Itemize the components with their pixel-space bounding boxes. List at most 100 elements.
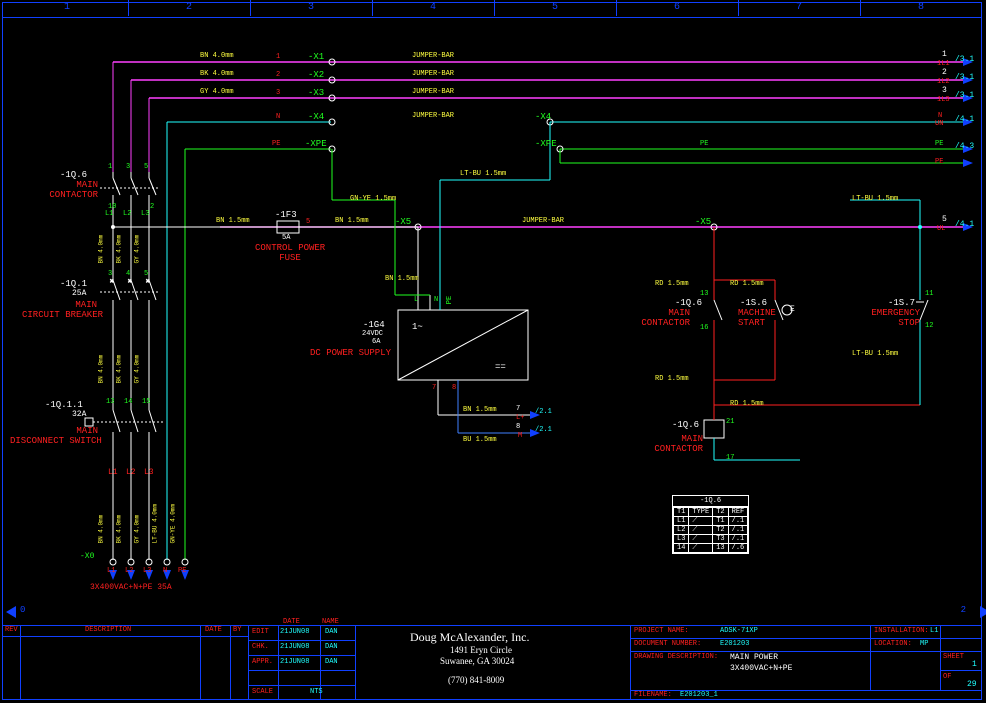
- psu-v: 24VDC: [362, 330, 383, 338]
- c2t1: 13: [700, 290, 708, 298]
- sl2: L2: [125, 567, 133, 575]
- r-pe1: PE: [935, 140, 943, 148]
- wn5: 5: [306, 218, 310, 226]
- rating-disc: 32A: [72, 410, 86, 419]
- r-pe2: PE: [935, 158, 943, 166]
- wv6: GY 4.0mm: [134, 355, 141, 384]
- xr-pe1: /4.3: [955, 142, 974, 151]
- dl1: L1: [108, 468, 118, 477]
- ref-disc: -1Q.1.1: [45, 400, 83, 410]
- supply-label: 3X400VAC+N+PE 35A: [90, 583, 172, 592]
- ph-l1: L1: [105, 210, 113, 218]
- r-n: N: [938, 112, 942, 120]
- w-rd1: RD 1.5mm: [655, 280, 689, 288]
- tb-chk-d: 21JUN08: [280, 643, 309, 651]
- lbl-start: MACHINESTART: [738, 308, 776, 328]
- r-ul: UL: [937, 225, 945, 233]
- xr-n: /4.1: [955, 115, 974, 124]
- dl2: L2: [126, 468, 136, 477]
- tb-sheet-v: 1: [972, 660, 977, 669]
- tb-chk-n: DAN: [325, 643, 338, 651]
- bb1: 13: [106, 398, 114, 406]
- w-rd3: RD 1.5mm: [730, 280, 764, 288]
- t13: 5: [144, 163, 148, 171]
- wv11: GN-YE 4.0mm: [170, 504, 177, 544]
- w-bn15b: BN 1.5mm: [335, 217, 369, 225]
- wv7: BN 4.0mm: [98, 515, 105, 544]
- spe: PE: [178, 567, 186, 575]
- wv5: BK 4.0mm: [116, 355, 123, 384]
- ph-l2: L2: [123, 210, 131, 218]
- wv2: BK 4.0mm: [116, 235, 123, 264]
- w-ltbu15: LT-BU 1.5mm: [460, 170, 506, 178]
- term-x2: -X2: [308, 70, 324, 80]
- tb-sheet-l: SHEET: [943, 653, 964, 661]
- lbl-c2: MAINCONTACTOR: [630, 308, 690, 328]
- col-4: 4: [430, 2, 436, 13]
- col-6: 6: [674, 2, 680, 13]
- coil-a2: 17: [726, 454, 734, 462]
- t11: 1: [108, 163, 112, 171]
- out7: 7: [516, 405, 520, 413]
- tb-of-v: 29: [967, 680, 977, 689]
- tb-by: BY: [233, 626, 241, 634]
- term-x1: -X1: [308, 52, 324, 62]
- w-bk40: BK 4.0mm: [200, 70, 234, 78]
- psu-sym2: ==: [495, 362, 506, 372]
- ref-estop: -1S.7: [888, 298, 915, 308]
- tb-file-l: FILENAME:: [634, 691, 672, 699]
- rating-fuse: 5A: [282, 234, 290, 242]
- tb-addr2: Suwanee, GA 30024: [440, 656, 514, 666]
- xr-2: /3.1: [955, 73, 974, 82]
- out-l: L+: [516, 414, 524, 422]
- tb-desc: DESCRIPTION: [85, 626, 131, 634]
- pe-rail: PE: [700, 140, 708, 148]
- wv9: GY 4.0mm: [134, 515, 141, 544]
- tb-loc-l: LOCATION:: [874, 640, 912, 648]
- wv4: BN 4.0mm: [98, 355, 105, 384]
- t23: 2: [150, 203, 154, 211]
- ref-psu: -1G4: [363, 320, 385, 330]
- ref-coil: -1Q.6: [672, 420, 699, 430]
- ct-ref: -1Q.6: [673, 496, 748, 507]
- w-ltbu3: LT-BU 1.5mm: [852, 350, 898, 358]
- wn-n: N: [276, 113, 280, 121]
- w-ltbu2: LT-BU 1.5mm: [852, 195, 898, 203]
- tb-edit-n: DAN: [325, 628, 338, 636]
- term-x5b: -X5: [695, 217, 711, 227]
- tb-dwg-v2: 3X400VAC+N+PE: [730, 664, 792, 673]
- tb-loc-v: MP: [920, 640, 928, 648]
- psu-i: 6A: [372, 338, 380, 346]
- wn-pe: PE: [272, 140, 280, 148]
- coil-a1: 21: [726, 418, 734, 426]
- tb-appr-d: 21JUN08: [280, 658, 309, 666]
- tb-chk-l: CHK.: [252, 643, 269, 651]
- t12: 3: [126, 163, 130, 171]
- rating-breaker: 25A: [72, 289, 86, 298]
- tb-addr1: 1491 Eryn Circle: [450, 645, 512, 655]
- es1: 11: [925, 290, 933, 298]
- tb-scale-v: NTS: [310, 688, 323, 696]
- bb2: 14: [124, 398, 132, 406]
- w-bn15a: BN 1.5mm: [216, 217, 250, 225]
- r-un: UN: [935, 120, 943, 128]
- lbl-estop: EMERGENCYSTOP: [870, 308, 920, 328]
- bt1: 3: [108, 270, 112, 278]
- col-2: 2: [186, 2, 192, 13]
- term-xpeb: -XPE: [535, 139, 557, 149]
- r-3: 3: [942, 86, 947, 95]
- tb-company: Doug McAlexander, Inc.: [410, 630, 529, 645]
- col-8: 8: [918, 2, 924, 13]
- xr-m: /2.1: [535, 426, 552, 434]
- ph-l3: L3: [141, 210, 149, 218]
- tb-rev: REV: [5, 626, 18, 634]
- jumper-x5: JUMPER-BAR: [522, 217, 564, 225]
- col-1: 1: [64, 2, 70, 13]
- tb-scale-l: SCALE: [252, 688, 273, 696]
- tb-proj-l: PROJECT NAME:: [634, 627, 689, 635]
- out-m: M: [518, 432, 522, 440]
- tb-edit-l: EDIT: [252, 628, 269, 636]
- ref-start: -1S.6: [740, 298, 767, 308]
- term-x0: -X0: [80, 552, 94, 561]
- r-1l3: 1L3: [937, 96, 950, 104]
